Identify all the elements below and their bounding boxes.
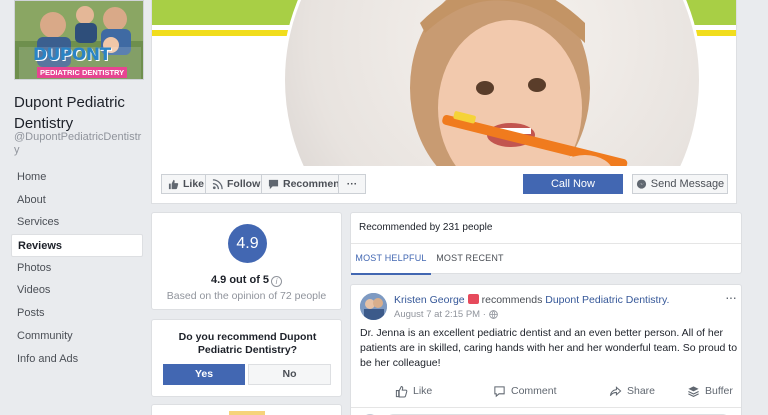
like-page-label: Like bbox=[183, 178, 205, 190]
left-nav: Home About Services Reviews Photos Video… bbox=[11, 166, 143, 370]
profile-photo[interactable]: DUPONT PEDIATRIC DENTISTRY bbox=[14, 0, 144, 80]
reviewer-photo-image bbox=[360, 293, 387, 320]
cover-card: Like Follow Recommend ··· Call Now Send … bbox=[151, 0, 737, 204]
send-message-button[interactable]: Send Message bbox=[632, 174, 728, 194]
no-button[interactable]: No bbox=[248, 364, 331, 385]
review-target-page[interactable]: Dupont Pediatric Dentistry. bbox=[545, 294, 669, 306]
review-buffer-button[interactable]: Buffer bbox=[687, 379, 733, 403]
rating-score-badge: 4.9 bbox=[228, 224, 267, 263]
review-verb: recommends bbox=[481, 294, 543, 306]
review-comment-button[interactable]: Comment bbox=[493, 379, 557, 403]
page-action-bar: Like Follow Recommend ··· Call Now Send … bbox=[152, 166, 736, 203]
tab-most-helpful[interactable]: MOST HELPFUL bbox=[351, 244, 431, 275]
review-timestamp[interactable]: August 7 at 2:15 PM · bbox=[394, 309, 498, 320]
review-share-label: Share bbox=[627, 385, 656, 397]
follow-label: Follow bbox=[227, 178, 261, 190]
comment-row bbox=[351, 407, 741, 415]
share-arrow-icon bbox=[609, 385, 622, 396]
review-comment-label: Comment bbox=[511, 385, 557, 397]
page-handle[interactable]: @DupontPediatricDentistry bbox=[14, 131, 142, 157]
review-buffer-label: Buffer bbox=[705, 385, 733, 397]
review-like-button[interactable]: Like bbox=[395, 379, 432, 403]
buffer-stack-icon bbox=[688, 385, 699, 397]
nav-item-reviews[interactable]: Reviews bbox=[11, 234, 143, 257]
comment-icon bbox=[494, 385, 505, 397]
rating-out-of-text: 4.9 out of 5 bbox=[210, 274, 270, 286]
review-share-button[interactable]: Share bbox=[609, 379, 655, 403]
thumbs-up-outline-icon bbox=[395, 385, 408, 397]
nav-item-photos[interactable]: Photos bbox=[11, 257, 143, 280]
send-message-label: Send Message bbox=[650, 178, 725, 190]
recommended-by-count: Recommended by 231 people bbox=[359, 222, 493, 233]
rating-basis: Based on the opinion of 72 people bbox=[166, 290, 327, 302]
review-like-label: Like bbox=[413, 385, 433, 397]
rating-out-of: 4.9 out of 5i bbox=[152, 274, 341, 287]
nav-item-home[interactable]: Home bbox=[11, 166, 143, 189]
more-options-dots: ··· bbox=[346, 178, 358, 190]
review-tabs: MOST HELPFUL MOST RECENT bbox=[351, 243, 741, 275]
review-post: Kristen George recommends Dupont Pediatri… bbox=[350, 284, 742, 415]
nav-item-services[interactable]: Services bbox=[11, 211, 143, 234]
review-text: Dr. Jenna is an excellent pediatric dent… bbox=[360, 327, 738, 369]
nav-item-about[interactable]: About bbox=[11, 189, 143, 212]
nav-item-community[interactable]: Community bbox=[11, 325, 143, 348]
avatar[interactable] bbox=[360, 293, 387, 320]
reviews-header-card: Recommended by 231 people MOST HELPFUL M… bbox=[350, 212, 742, 275]
recommend-label: Recommend bbox=[283, 178, 347, 190]
partial-card bbox=[151, 404, 342, 415]
yes-button[interactable]: Yes bbox=[163, 364, 245, 385]
review-date-text: August 7 at 2:15 PM · bbox=[394, 309, 486, 320]
nav-item-posts[interactable]: Posts bbox=[11, 302, 143, 325]
nav-item-info-and-ads[interactable]: Info and Ads bbox=[11, 348, 143, 371]
logo-text: DUPONT bbox=[33, 45, 111, 65]
recommend-question: Do you recommend Dupont Pediatric Dentis… bbox=[178, 331, 317, 356]
nav-item-videos[interactable]: Videos bbox=[11, 279, 143, 302]
rating-summary-card: 4.9 4.9 out of 5i Based on the opinion o… bbox=[151, 212, 342, 310]
follow-button[interactable]: Follow bbox=[205, 174, 268, 194]
logo-subtext: PEDIATRIC DENTISTRY bbox=[37, 67, 128, 78]
tab-most-recent[interactable]: MOST RECENT bbox=[431, 244, 509, 275]
post-options-button[interactable]: ··· bbox=[725, 289, 737, 305]
partial-thumbnail bbox=[229, 411, 265, 415]
speech-bubble-icon bbox=[268, 179, 279, 189]
review-action-bar: Like Comment Share Buffer bbox=[351, 379, 741, 403]
girl-brushing-teeth-image bbox=[410, 0, 628, 166]
rss-icon bbox=[212, 178, 223, 189]
thumbs-up-icon bbox=[168, 179, 179, 189]
like-page-button[interactable]: Like bbox=[161, 174, 212, 194]
info-icon[interactable]: i bbox=[271, 276, 283, 287]
page-title[interactable]: Dupont Pediatric Dentistry bbox=[14, 92, 146, 134]
more-options-button[interactable]: ··· bbox=[338, 174, 366, 194]
reviewer-name[interactable]: Kristen George bbox=[394, 294, 465, 306]
messenger-icon bbox=[636, 178, 646, 189]
review-header: Kristen George recommends Dupont Pediatri… bbox=[394, 294, 669, 306]
recommend-prompt-card: Do you recommend Dupont Pediatric Dentis… bbox=[151, 319, 342, 397]
recommend-badge-icon bbox=[467, 294, 479, 304]
call-now-button[interactable]: Call Now bbox=[523, 174, 623, 194]
globe-icon bbox=[489, 310, 498, 319]
cover-photo[interactable] bbox=[152, 0, 736, 166]
cover-circle-image bbox=[282, 0, 702, 166]
